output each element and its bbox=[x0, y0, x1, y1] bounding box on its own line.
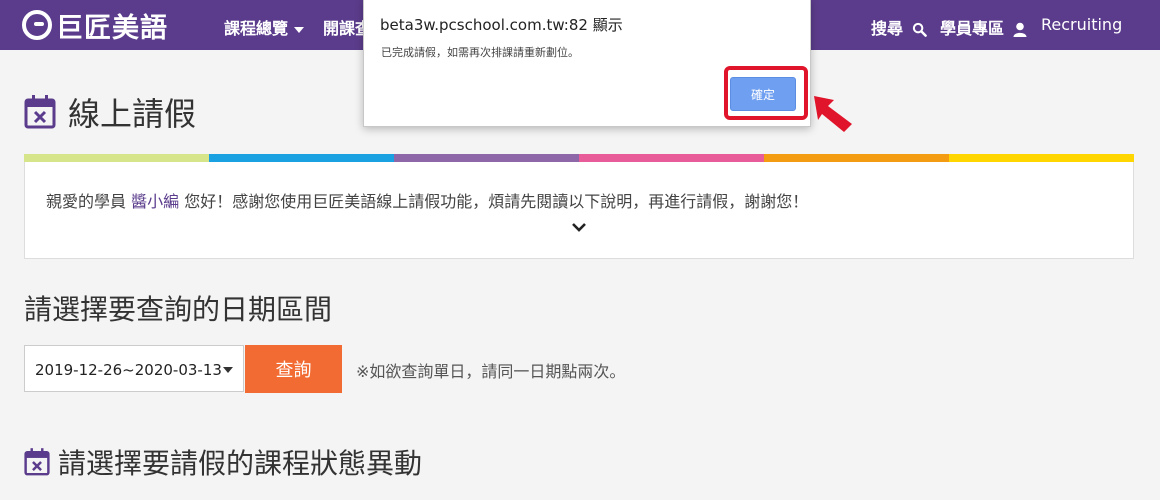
chevron-down-icon[interactable] bbox=[571, 222, 587, 232]
caret-down-icon bbox=[223, 367, 233, 373]
color-bar bbox=[24, 154, 1134, 162]
hint-text: ※如欲查詢單日，請同一日期點兩次。 bbox=[356, 362, 626, 381]
color-bar-segment bbox=[949, 154, 1134, 162]
date-range-select[interactable]: 2019-12-26~2020-03-13 bbox=[24, 345, 244, 392]
notice-box: 親愛的學員 醬小編 您好！感謝您使用巨匠美語線上請假功能，煩請先閱讀以下說明，再… bbox=[24, 162, 1134, 259]
calendar-x-icon bbox=[24, 448, 50, 476]
calendar-x-icon bbox=[24, 95, 56, 129]
caret-down-icon bbox=[294, 26, 305, 33]
nav-item-member[interactable]: 學員專區 bbox=[940, 15, 1027, 39]
nav-item-label: Recruiting bbox=[1041, 15, 1123, 34]
color-bar-segment bbox=[579, 154, 764, 162]
student-name: 醬小編 bbox=[131, 192, 180, 211]
logo-text: 巨匠美語 bbox=[56, 12, 168, 44]
ok-button[interactable]: 確定 bbox=[730, 77, 796, 111]
date-section-title: 請選擇要查詢的日期區間 bbox=[24, 293, 333, 326]
nav-item-label: 搜尋 bbox=[871, 19, 904, 38]
nav-item-recruiting[interactable]: Recruiting bbox=[1041, 15, 1122, 34]
section2-header: 請選擇要請假的課程狀態異動 bbox=[24, 442, 422, 482]
nav-item-search[interactable]: 搜尋 bbox=[871, 15, 927, 39]
nav-item-label: 學員專區 bbox=[940, 19, 1005, 38]
dialog-origin: beta3w.pcschool.com.tw:82 顯示 bbox=[380, 16, 623, 34]
color-bar-segment bbox=[764, 154, 949, 162]
user-icon bbox=[1013, 22, 1027, 37]
section2-title: 請選擇要請假的課程狀態異動 bbox=[58, 447, 423, 480]
nav-item-courses[interactable]: 課程總覽 bbox=[224, 15, 305, 39]
pointer-arrow-icon bbox=[814, 96, 852, 132]
page-header: 線上請假 bbox=[24, 90, 196, 134]
logo[interactable]: 巨匠美語 bbox=[22, 8, 168, 44]
search-icon bbox=[912, 22, 927, 37]
page-title: 線上請假 bbox=[68, 95, 197, 133]
dialog-message: 已完成請假，如需再次排課請重新劃位。 bbox=[381, 46, 579, 59]
color-bar-segment bbox=[209, 154, 394, 162]
nav-item-label: 課程總覽 bbox=[224, 19, 289, 38]
query-button[interactable]: 查詢 bbox=[245, 345, 342, 393]
color-bar-segment bbox=[24, 154, 209, 162]
date-range-value: 2019-12-26~2020-03-13 bbox=[35, 361, 222, 379]
notice-suffix: 您好！感謝您使用巨匠美語線上請假功能，煩請先閱讀以下說明，再進行請假，謝謝您！ bbox=[179, 192, 809, 211]
logo-icon bbox=[22, 10, 52, 40]
notice-prefix: 親愛的學員 bbox=[46, 192, 132, 211]
color-bar-segment bbox=[394, 154, 579, 162]
notice-text: 親愛的學員 醬小編 您好！感謝您使用巨匠美語線上請假功能，煩請先閱讀以下說明，再… bbox=[46, 188, 808, 212]
